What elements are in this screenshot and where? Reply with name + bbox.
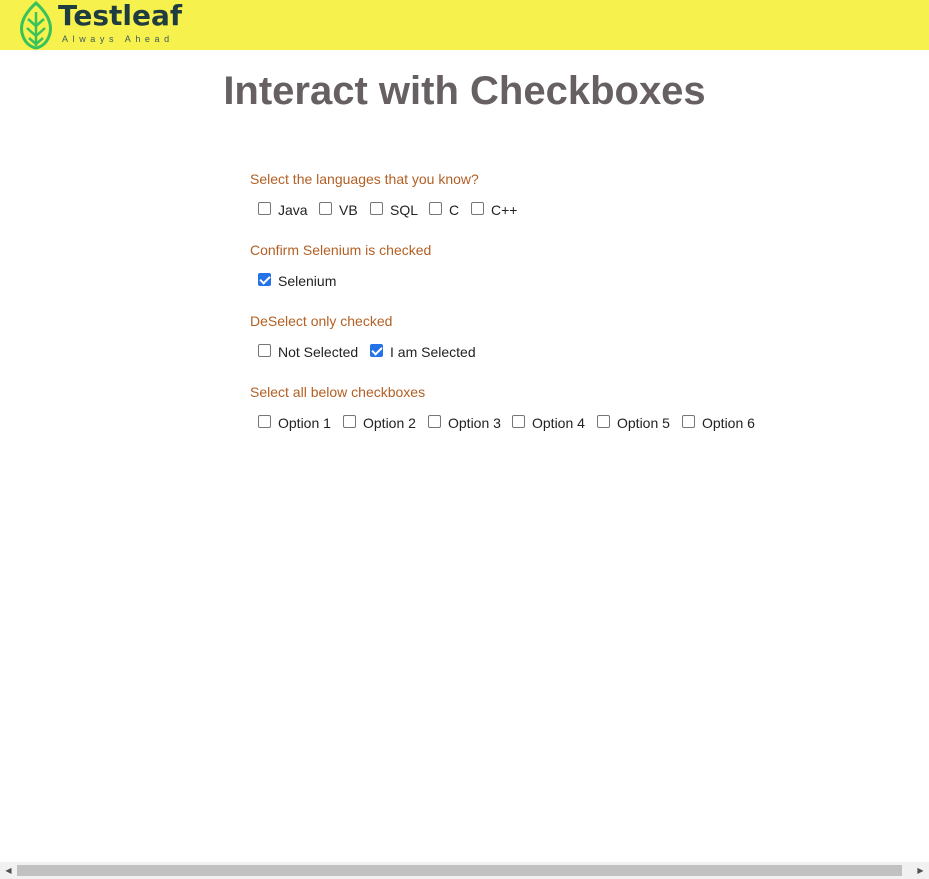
checkbox-label: VB [339,202,358,218]
checkbox-option-3[interactable]: Option 3 [428,413,501,433]
page-title: Interact with Checkboxes [223,69,706,113]
selenium-options: Selenium [250,271,850,291]
checkbox-label: Option 5 [617,415,670,431]
checkbox[interactable] [429,202,442,215]
leaf-icon [20,0,52,50]
checkbox-option-c[interactable]: C [429,200,459,220]
languages-section: Select the languages that you know? Java… [250,170,850,220]
scrollbar-thumb[interactable] [17,865,902,876]
checkbox-label: Java [278,202,308,218]
checkbox-label: Option 2 [363,415,416,431]
testleaf-logo[interactable]: Testleaf Always Ahead [18,0,188,50]
arrow-left-icon[interactable]: ◀ [0,862,17,879]
checkbox-option-selenium[interactable]: Selenium [258,271,336,291]
checkbox[interactable] [258,202,271,215]
checkbox-option-java[interactable]: Java [258,200,308,220]
checkbox[interactable] [319,202,332,215]
checkbox[interactable] [471,202,484,215]
checkbox-label: SQL [390,202,419,218]
checkbox-option-not-selected[interactable]: Not Selected [258,342,358,362]
checkbox[interactable] [682,415,695,428]
checkbox-option-sql[interactable]: SQL [370,200,418,220]
deselect-options: Not Selected I am Selected [250,342,850,362]
checkbox-option-i-am-selected[interactable]: I am Selected [370,342,476,362]
checkbox-option-4[interactable]: Option 4 [512,413,585,433]
checkbox-option-6[interactable]: Option 6 [682,413,755,433]
section-label: Select all below checkboxes [250,384,426,400]
section-label: Select the languages that you know? [250,171,479,187]
deselect-section: DeSelect only checked Not Selected I am … [250,312,850,362]
checkbox-label: C [449,202,460,218]
checkbox-label: Not Selected [278,344,359,360]
checkbox-label: Option 6 [702,415,755,431]
checkbox-option-5[interactable]: Option 5 [597,413,670,433]
checkbox[interactable] [343,415,356,428]
horizontal-scrollbar[interactable]: ◀ ▶ [0,862,929,879]
brand-tagline: Always Ahead [62,34,174,44]
checkbox-option-vb[interactable]: VB [319,200,358,220]
checkbox-option-cpp[interactable]: C++ [471,200,517,220]
top-banner: Testleaf Always Ahead [0,0,929,50]
section-label: Confirm Selenium is checked [250,242,432,258]
checkbox-label: Option 4 [532,415,585,431]
checkbox-label: Selenium [278,273,337,289]
checkbox[interactable] [370,344,383,357]
checkbox[interactable] [258,273,271,286]
checkbox-option-2[interactable]: Option 2 [343,413,416,433]
arrow-right-icon[interactable]: ▶ [912,862,929,879]
brand-wordmark: Testleaf [58,0,183,32]
checkbox[interactable] [512,415,525,428]
languages-options: Java VB SQL C C++ [250,200,850,220]
checkbox[interactable] [597,415,610,428]
checkbox-label: Option 3 [448,415,501,431]
checkbox[interactable] [370,202,383,215]
checkbox[interactable] [258,415,271,428]
section-label: DeSelect only checked [250,313,393,329]
checkbox[interactable] [258,344,271,357]
selenium-section: Confirm Selenium is checked Selenium [250,241,850,291]
checkbox[interactable] [428,415,441,428]
checkbox-option-1[interactable]: Option 1 [258,413,331,433]
checkbox-label: I am Selected [390,344,476,360]
select-all-options: Option 1 Option 2 Option 3 Option 4 Opti… [250,413,850,433]
checkbox-label: C++ [491,202,518,218]
checkbox-label: Option 1 [278,415,331,431]
select-all-section: Select all below checkboxes Option 1 Opt… [250,383,850,433]
